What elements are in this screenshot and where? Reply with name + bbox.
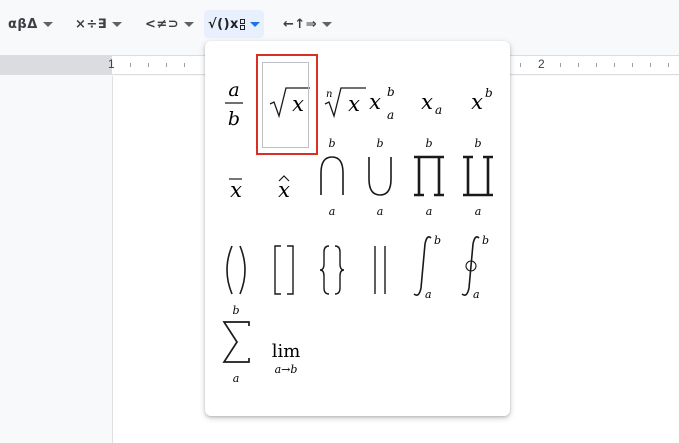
chevron-down-icon [42, 21, 53, 27]
relations-label: <≠⊃ [145, 16, 180, 32]
chevron-down-icon [322, 21, 333, 27]
limit-upper: b [434, 234, 441, 247]
contour-integral-symbol: b a [461, 234, 489, 301]
brackets-symbol [274, 245, 294, 295]
ruler-tick [632, 63, 633, 67]
ruler-number: 2 [538, 57, 545, 71]
fraction-symbol: a b [225, 79, 243, 130]
limit-lower: a [426, 205, 433, 218]
ruler-tick [614, 63, 615, 67]
absolute-value-symbol [374, 246, 386, 294]
summation-symbol: b a [222, 304, 250, 385]
script-subscript: a [435, 103, 442, 117]
limit-option[interactable]: lim a→b [257, 325, 315, 387]
greek-letters-label: αβΔ [8, 16, 38, 32]
math-operations-label: √()x [208, 16, 239, 32]
greek-letters-menu[interactable]: αβΔ [4, 10, 57, 38]
root-index: n [326, 89, 332, 100]
contour-integral-option[interactable]: b a [447, 234, 505, 301]
sub-superscript-boxes-icon [239, 18, 245, 30]
sub-superscript-symbol: x b a [369, 85, 395, 122]
ruler-number: 1 [108, 57, 115, 71]
script-base: x [421, 90, 433, 114]
script-superscript: b [485, 86, 493, 100]
script-base: x [369, 90, 381, 114]
ruler-tick [184, 63, 185, 67]
accent-base: x [230, 178, 242, 202]
bar-symbol: x [229, 178, 242, 202]
ruler-tick [148, 63, 149, 67]
math-operations-dropdown: a b x n x x b a x a x b x x b a b a b a … [205, 41, 510, 416]
fraction-denominator: b [228, 108, 240, 130]
accent-base: x [278, 178, 290, 202]
limit-upper: b [425, 137, 432, 150]
fraction-numerator: a [228, 79, 239, 101]
math-operations-menu[interactable]: √()x [204, 10, 264, 38]
product-symbol: b a [414, 137, 444, 218]
ruler-tick [520, 63, 521, 67]
ruler-tick [166, 63, 167, 67]
subscript-symbol: x a [421, 90, 442, 117]
fraction-option[interactable]: a b [205, 71, 263, 133]
superscript-option[interactable]: x b [451, 71, 509, 133]
limit-operator: lim [272, 341, 301, 362]
superscript-symbol: x b [471, 86, 493, 114]
big-intersection-symbol: b a [320, 137, 344, 218]
arrows-menu[interactable]: ←↑⇒ [279, 10, 336, 38]
limit-upper: b [376, 137, 383, 150]
integral-symbol: b a [413, 234, 441, 301]
chevron-down-icon [112, 21, 123, 27]
arrows-label: ←↑⇒ [283, 16, 318, 32]
limit-lower: a [377, 205, 384, 218]
limit-lower: a [233, 372, 240, 385]
script-superscript: b [387, 85, 395, 99]
ruler-tick [560, 63, 561, 67]
hat-symbol: x [278, 175, 290, 202]
ruler-left-margin [0, 56, 112, 74]
limit-upper: b [474, 137, 481, 150]
limit-upper: b [328, 137, 335, 150]
limit-subscript: a→b [275, 363, 298, 376]
limit-lower: a [475, 205, 482, 218]
coproduct-option[interactable]: b a [449, 137, 507, 218]
script-subscript: a [387, 108, 394, 122]
chevron-down-icon [184, 21, 195, 27]
limit-symbol: lim a→b [272, 341, 301, 376]
ruler-tick [668, 63, 669, 67]
ruler-tick [596, 63, 597, 67]
parentheses-symbol [226, 245, 246, 295]
misc-operations-label: ×÷∃ [75, 16, 108, 32]
limit-lower: a [473, 288, 480, 301]
script-base: x [471, 90, 483, 114]
limit-upper: b [232, 304, 239, 317]
highlight-box [256, 54, 318, 155]
relations-menu[interactable]: <≠⊃ [141, 10, 198, 38]
misc-operations-menu[interactable]: ×÷∃ [71, 10, 126, 38]
big-union-symbol: b a [368, 137, 392, 218]
chevron-down-icon [249, 21, 260, 27]
limit-lower: a [425, 288, 432, 301]
limit-lower: a [329, 205, 336, 218]
coproduct-symbol: b a [463, 137, 493, 218]
limit-upper: b [482, 234, 489, 247]
braces-symbol [319, 245, 345, 295]
ruler-tick [130, 63, 131, 67]
ruler-tick [578, 63, 579, 67]
ruler-tick [650, 63, 651, 67]
